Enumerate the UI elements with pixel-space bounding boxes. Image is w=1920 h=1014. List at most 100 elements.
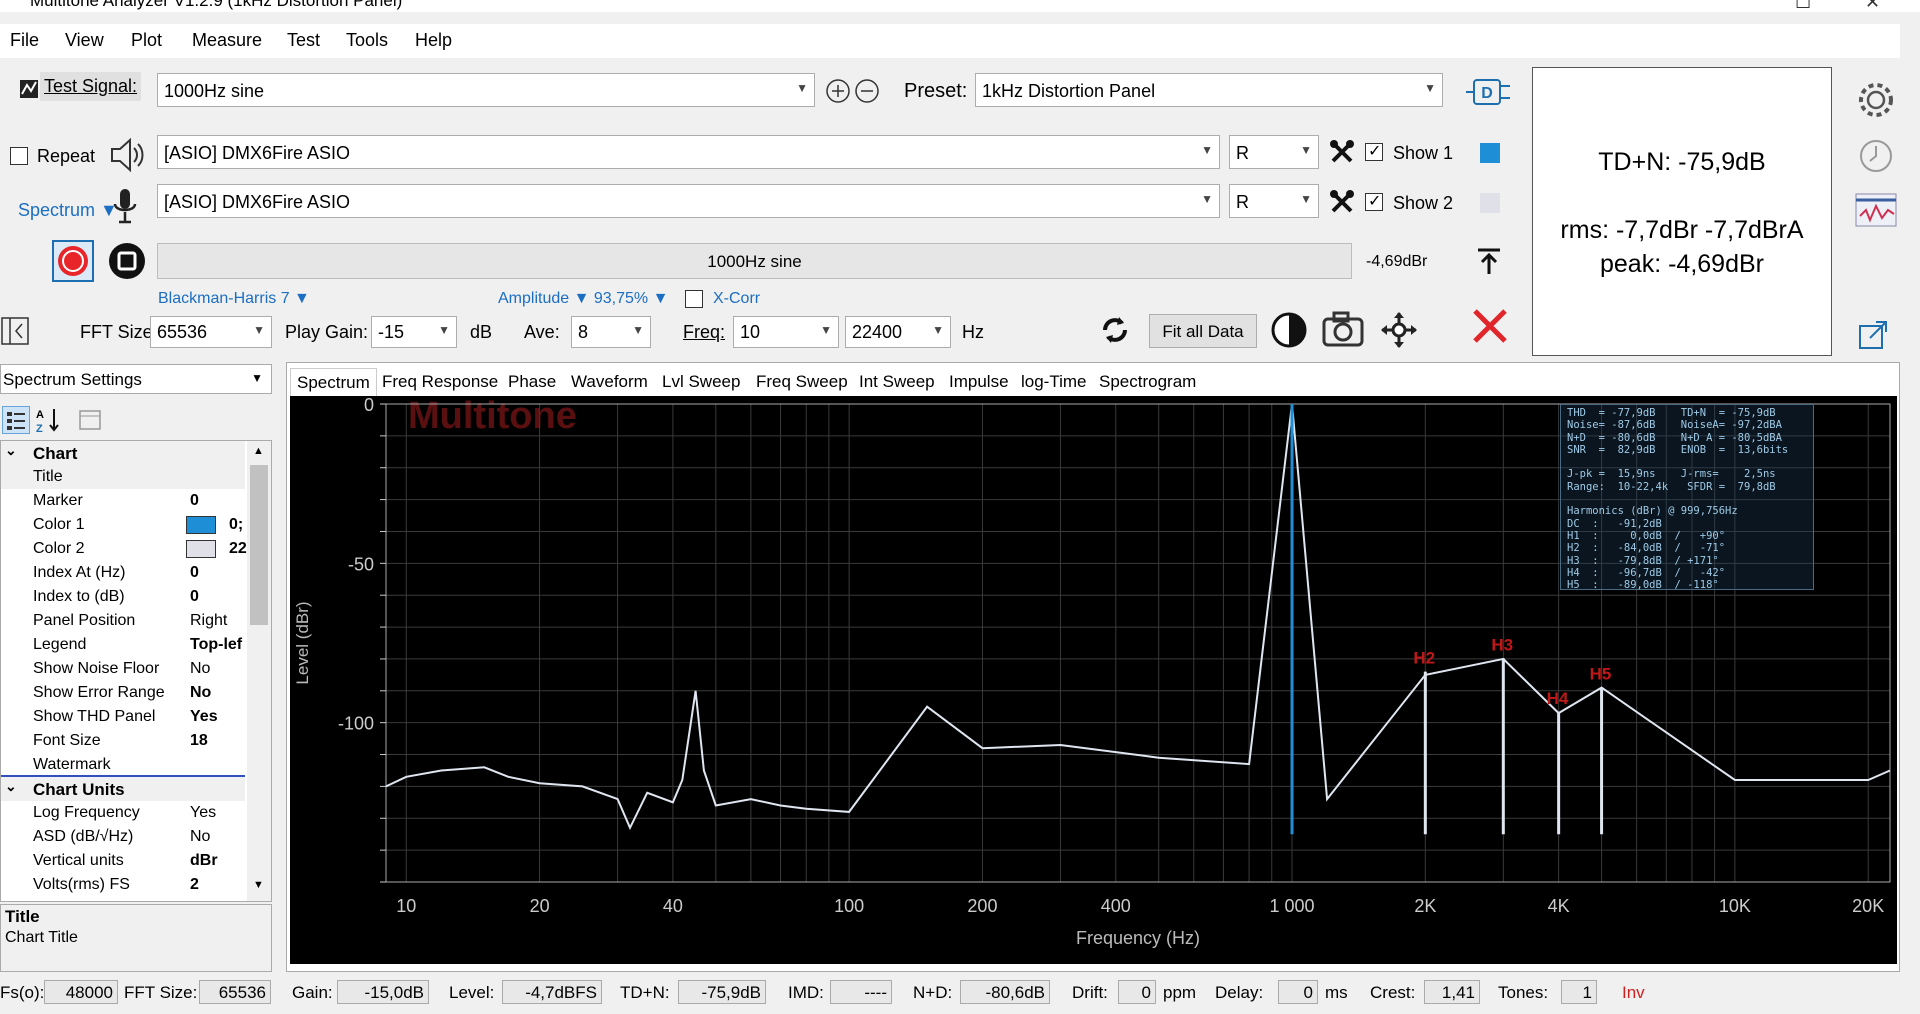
fft-size-combo[interactable]: 65536 ▼ [150,316,272,348]
description-text: Chart Title [5,929,78,946]
ave-combo[interactable]: 8 ▼ [571,316,651,348]
test-signal-combo[interactable]: 1000Hz sine ▼ [157,73,815,107]
prop-row[interactable]: Watermark [1,753,245,777]
input-channel-combo[interactable]: R ▼ [1229,184,1319,218]
prop-row[interactable]: Show THD Panel Yes [1,705,245,729]
test-signal-label[interactable]: Test Signal: [40,72,142,101]
tab-spectrum[interactable]: Spectrum [290,368,377,396]
tab-spectrogram[interactable]: Spectrogram [1093,368,1202,396]
clock-icon[interactable] [1856,136,1896,176]
upload-icon[interactable] [1474,246,1504,278]
menu-tools[interactable]: Tools [346,30,388,51]
input-device-combo[interactable]: [ASIO] DMX6Fire ASIO ▼ [157,184,1220,218]
microphone-icon[interactable] [110,186,140,226]
maximize-icon[interactable]: ☐ [1795,0,1811,12]
tab-impulse[interactable]: Impulse [943,368,1015,396]
prop-row[interactable]: Index At (Hz) 0 [1,561,245,585]
property-grid-scrollbar[interactable]: ▲ ▼ [247,441,271,901]
signal-icon[interactable] [18,76,40,102]
chevron-down-icon: ▼ [820,323,832,337]
tools-icon[interactable] [1328,138,1356,166]
distortion-panel-icon[interactable]: D [1466,74,1512,110]
add-icon[interactable] [825,78,851,104]
external-window-icon[interactable] [1856,318,1892,352]
menu-file[interactable]: File [10,30,39,51]
drift-unit: ppm [1163,983,1197,1002]
prop-row[interactable]: Title [1,465,245,489]
remove-icon[interactable] [854,78,880,104]
prop-row[interactable]: Vertical units dBr [1,849,245,873]
prop-row[interactable]: Index to (dB) 0 [1,585,245,609]
close-window-icon[interactable]: ✕ [1865,0,1880,12]
tab-freq-response[interactable]: Freq Response [376,368,504,396]
categorized-view-icon[interactable] [2,406,30,434]
window-function-dropdown[interactable]: Blackman-Harris 7 ▼ [158,290,310,308]
settings-dropdown[interactable]: Spectrum Settings ▼ [0,364,272,394]
prop-value: dBr [190,852,218,869]
stop-button[interactable] [106,240,148,282]
prop-row[interactable]: Color 2 22 [1,537,247,561]
menu-help[interactable]: Help [415,30,452,51]
spectrum-mode-dropdown[interactable]: Spectrum ▼ [18,200,118,221]
tools-icon[interactable] [1328,188,1356,216]
prop-row[interactable]: ASD (dB/√Hz) No [1,825,245,849]
show2-checkbox[interactable] [1365,191,1383,211]
prop-row[interactable]: Marker 0 [1,489,245,513]
waveform-view-icon[interactable] [1854,190,1898,230]
prop-row[interactable]: Legend Top-lef [1,633,245,657]
category-chart-units[interactable]: ⌄ Chart Units [1,777,245,801]
repeat-checkbox[interactable] [10,147,28,165]
menu-view[interactable]: View [65,30,104,51]
menu-measure[interactable]: Measure [192,30,262,51]
preset-combo[interactable]: 1kHz Distortion Panel ▼ [975,73,1443,107]
speaker-icon[interactable] [106,134,148,176]
spectrum-chart[interactable]: Multitone 0 -50 -100 10 20 40 100 200 400 1 000 2K 4… [290,395,1897,964]
sort-alphabetical-icon[interactable]: AZ [34,406,62,434]
xcorr-checkbox[interactable] [685,290,703,308]
x-tick-label: 200 [967,896,997,916]
amplitude-dropdown[interactable]: Amplitude ▼ 93,75% ▼ [498,290,668,308]
property-pages-icon[interactable] [76,406,104,434]
prop-row[interactable]: Show Error Range No [1,681,245,705]
record-button[interactable] [52,240,94,282]
show1-color-swatch[interactable] [1480,143,1500,163]
tab-freq-sweep[interactable]: Freq Sweep [750,368,854,396]
clear-icon[interactable] [1470,306,1510,346]
move-icon[interactable] [1378,310,1420,350]
freq-from-combo[interactable]: 10 ▼ [733,316,839,348]
collapse-panel-icon[interactable] [0,314,32,348]
refresh-icon[interactable] [1097,312,1133,348]
prop-row[interactable]: Font Size 18 [1,729,245,753]
show1-checkbox[interactable] [1365,141,1383,161]
tab-lvl-sweep[interactable]: Lvl Sweep [656,368,746,396]
x-tick-label: 10 [396,896,416,916]
tab-waveform[interactable]: Waveform [565,368,654,396]
gear-icon[interactable] [1856,80,1896,120]
prop-row[interactable]: Volts(rms) FS 2 [1,873,245,897]
menu-bar: File View Plot Measure Test Tools Help [0,24,1900,58]
tdn-value: -75,9dB [678,980,766,1004]
contrast-icon[interactable] [1270,311,1308,349]
prop-row[interactable]: Panel Position Right [1,609,245,633]
category-chart[interactable]: ⌄ Chart [1,441,245,465]
tones-value: 1 [1561,980,1597,1004]
prop-row[interactable]: Show Noise Floor No [1,657,245,681]
prop-row[interactable]: Log Frequency Yes [1,801,245,825]
nd-label: N+D: [913,983,953,1002]
gain-label: Gain: [292,983,333,1002]
tab-phase[interactable]: Phase [502,368,562,396]
play-gain-combo[interactable]: -15 ▼ [371,316,457,348]
prop-row[interactable]: Color 1 0; [1,513,245,537]
fit-all-data-button[interactable]: Fit all Data [1149,314,1257,348]
output-device-combo[interactable]: [ASIO] DMX6Fire ASIO ▼ [157,135,1220,169]
menu-plot[interactable]: Plot [131,30,162,51]
imd-label: IMD: [788,983,824,1002]
camera-icon[interactable] [1320,309,1366,351]
output-channel-combo[interactable]: R ▼ [1229,135,1319,169]
show2-color-swatch[interactable] [1480,193,1500,213]
tab-int-sweep[interactable]: Int Sweep [853,368,941,396]
menu-test[interactable]: Test [287,30,320,51]
tab-log-time[interactable]: log-Time [1015,368,1093,396]
freq-label[interactable]: Freq: [683,322,725,343]
freq-to-combo[interactable]: 22400 ▼ [845,316,951,348]
